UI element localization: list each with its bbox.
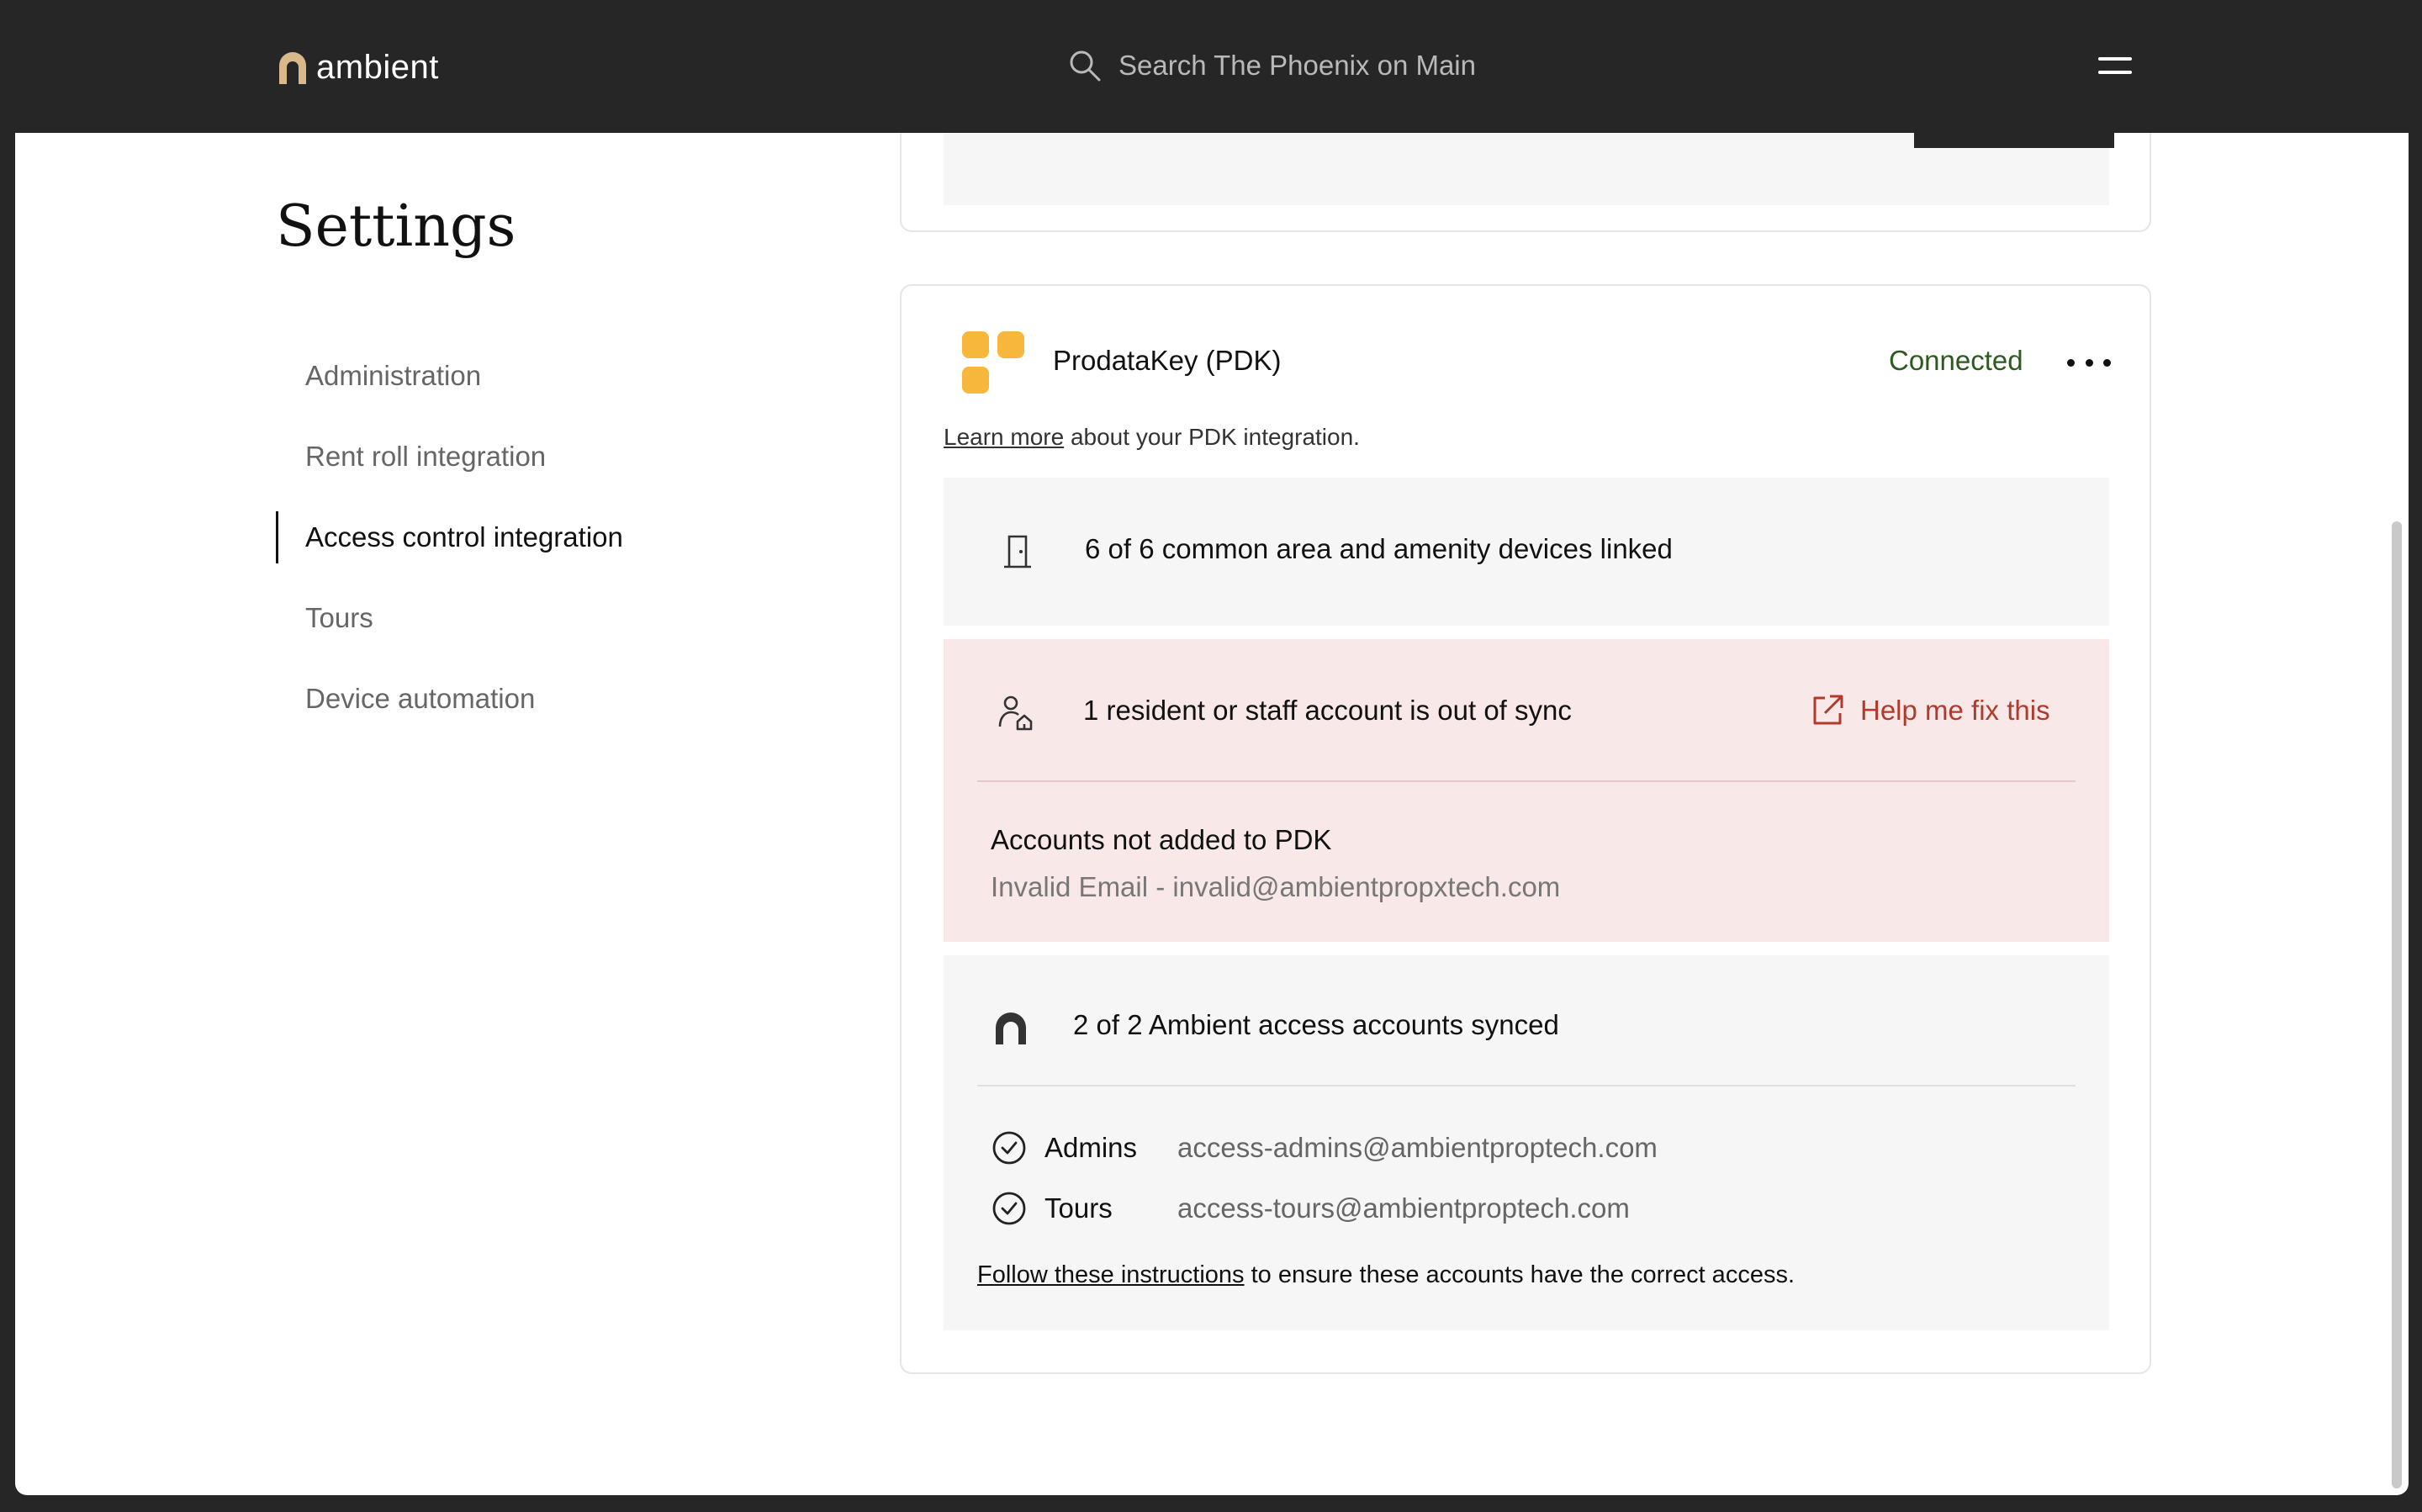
sidebar-item-label: Tours: [305, 602, 373, 633]
person-home-icon: [998, 695, 1033, 731]
account-email: access-tours@ambientproptech.com: [1177, 1192, 1630, 1224]
scrollbar[interactable]: [2392, 521, 2402, 1488]
out-of-sync-panel: 1 resident or staff account is out of sy…: [944, 639, 2109, 942]
sidebar-item-rent-roll-integration[interactable]: Rent roll integration: [276, 431, 623, 483]
top-bar: ambient Search The Phoenix on Main: [0, 0, 2422, 133]
divider: [977, 1085, 2076, 1086]
sidebar-item-label: Rent roll integration: [305, 441, 547, 472]
sidebar-item-device-automation[interactable]: Device automation: [276, 673, 623, 725]
sidebar-item-label: Administration: [305, 360, 482, 391]
logo-text: ambient: [316, 48, 439, 86]
more-options-icon[interactable]: [2067, 350, 2111, 375]
ambient-arch-icon: [996, 1012, 1026, 1044]
learn-more-suffix: about your PDK integration.: [1064, 424, 1360, 450]
door-icon: [1004, 535, 1031, 568]
account-name: Admins: [1044, 1132, 1138, 1163]
search-icon: [1070, 50, 1101, 82]
search-bar[interactable]: Search The Phoenix on Main: [1068, 47, 1476, 84]
sidebar-item-access-control-integration[interactable]: Access control integration: [276, 511, 623, 563]
devices-linked-text: 6 of 6 common area and amenity devices l…: [1085, 533, 1673, 564]
check-circle-icon: [992, 1192, 1026, 1225]
hamburger-menu-icon[interactable]: [2094, 50, 2138, 84]
follow-instructions-link[interactable]: Follow these instructions: [977, 1261, 1245, 1288]
pdk-integration-card: ProdataKey (PDK) Connected Learn more ab…: [900, 284, 2151, 1374]
search-input[interactable]: Search The Phoenix on Main: [1118, 50, 1476, 82]
account-email: access-admins@ambientproptech.com: [1177, 1132, 1658, 1163]
pdk-logo-icon: [962, 331, 1026, 395]
ambient-accounts-panel: 2 of 2 Ambient access accounts synced Ad…: [944, 955, 2109, 1330]
status-badge: Connected: [1889, 345, 2023, 376]
accounts-not-added-title: Accounts not added to PDK: [991, 824, 1332, 855]
account-row-tours: Tours access-tours@ambientproptech.com: [991, 1187, 1630, 1229]
help-me-fix-button[interactable]: Help me fix this: [1810, 693, 2050, 728]
ambient-logo[interactable]: ambient: [278, 47, 439, 87]
ambient-accounts-synced-text: 2 of 2 Ambient access accounts synced: [1073, 1009, 1559, 1040]
main-content: Settings Administration Rent roll integr…: [15, 133, 2409, 1495]
previous-integration-card: [900, 133, 2151, 232]
previous-card-panel: [944, 133, 2114, 205]
page-title: Settings: [276, 193, 516, 260]
integration-name: ProdataKey (PDK): [1053, 345, 1282, 376]
follow-instructions-text: Follow these instructions to ensure thes…: [977, 1261, 1795, 1289]
follow-instructions-suffix: to ensure these accounts have the correc…: [1244, 1261, 1795, 1288]
help-me-fix-label: Help me fix this: [1860, 695, 2050, 726]
previous-card-button[interactable]: [1914, 133, 2114, 148]
account-row-admins: Admins access-admins@ambientproptech.com: [991, 1127, 1658, 1169]
ambient-arch-icon: [279, 52, 306, 84]
external-link-icon: [1813, 695, 1843, 725]
account-name: Tours: [1044, 1192, 1113, 1224]
sidebar-item-label: Device automation: [305, 683, 536, 714]
out-of-sync-text: 1 resident or staff account is out of sy…: [1083, 695, 1572, 726]
sidebar-item-tours[interactable]: Tours: [276, 592, 623, 644]
learn-more-text: Learn more about your PDK integration.: [944, 424, 1360, 451]
settings-nav: Administration Rent roll integration Acc…: [276, 350, 623, 753]
invalid-email-entry: Invalid Email - invalid@ambientpropxtech…: [991, 871, 1561, 902]
devices-linked-panel: 6 of 6 common area and amenity devices l…: [944, 478, 2109, 626]
learn-more-link[interactable]: Learn more: [944, 424, 1064, 450]
sidebar-item-administration[interactable]: Administration: [276, 350, 623, 402]
divider: [977, 780, 2076, 782]
sidebar-item-label: Access control integration: [305, 521, 623, 552]
check-circle-icon: [992, 1131, 1026, 1165]
